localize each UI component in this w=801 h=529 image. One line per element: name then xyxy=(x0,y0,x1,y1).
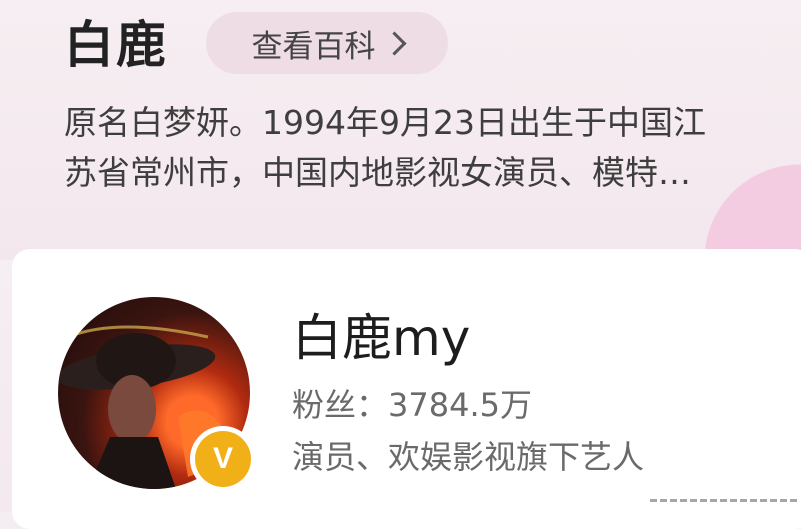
watermark-dashes xyxy=(650,499,797,502)
description-line-2: 苏省常州市，中国内地影视女演员、模特… xyxy=(64,153,691,192)
view-baike-label: 查看百科 xyxy=(251,28,376,65)
profile-username[interactable]: 白鹿my xyxy=(292,306,470,370)
fans-label: 粉丝： xyxy=(292,386,389,424)
profile-role: 演员、欢娱影视旗下艺人 xyxy=(292,438,645,476)
verified-v-icon: V xyxy=(195,431,251,487)
view-baike-button[interactable]: 查看百科 xyxy=(206,12,448,74)
verified-badge: V xyxy=(190,426,256,492)
description-line-1: 原名白梦妍。1994年9月23日出生于中国江 xyxy=(64,103,706,142)
description-text[interactable]: 原名白梦妍。1994年9月23日出生于中国江 苏省常州市，中国内地影视女演员、模… xyxy=(64,98,801,198)
fans-count: 粉丝：3784.5万 xyxy=(292,384,532,426)
chevron-right-icon xyxy=(381,31,407,56)
page-title: 白鹿 xyxy=(64,16,168,74)
fans-value: 3784.5万 xyxy=(388,386,532,424)
